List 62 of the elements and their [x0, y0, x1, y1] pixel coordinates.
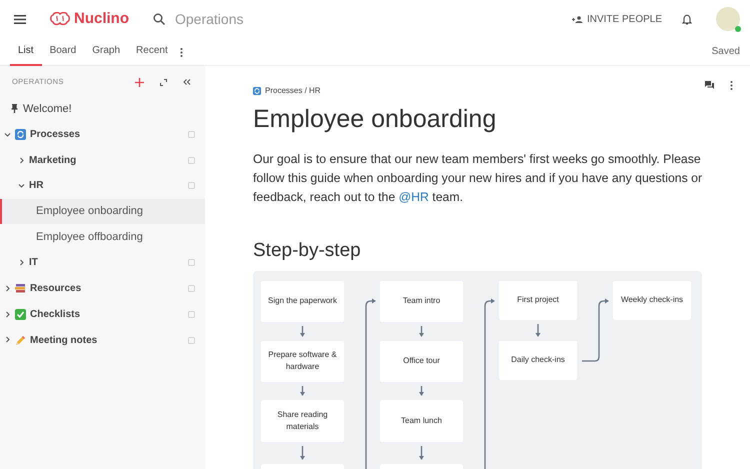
down-arrow: [300, 446, 305, 460]
search-field[interactable]: Operations: [173, 8, 313, 30]
chevron-right-icon[interactable]: [4, 336, 11, 344]
down-arrow: [419, 446, 424, 460]
flow-step: Daily check-ins: [499, 340, 577, 380]
invite-people-button[interactable]: INVITE PEOPLE: [568, 10, 666, 28]
connector-arrow: [582, 298, 609, 362]
chevron-down-icon[interactable]: [18, 182, 25, 190]
pencil-icon: [15, 334, 26, 346]
section-heading: Step-by-step: [253, 240, 362, 263]
flow-step: Team intro: [380, 280, 463, 322]
cycle-icon: [253, 87, 261, 95]
down-arrow: [300, 386, 305, 396]
checkmark-icon: [15, 308, 26, 320]
down-arrow: [419, 326, 424, 337]
brain-icon: [50, 12, 70, 26]
person-add-icon: [572, 16, 583, 22]
expand-icon[interactable]: [160, 78, 167, 86]
chevron-right-icon[interactable]: [18, 156, 25, 164]
page-link[interactable]: Marketing: [29, 152, 76, 168]
page-link[interactable]: Processes: [30, 127, 80, 142]
menu-icon[interactable]: [14, 14, 26, 24]
app-logo[interactable]: Nuclino: [74, 8, 129, 30]
down-arrow: [536, 324, 540, 337]
view-tab[interactable]: Board: [42, 38, 84, 66]
comment-icon[interactable]: [705, 81, 714, 89]
books-icon: [15, 283, 26, 294]
flow-step: Weekly check-ins: [613, 280, 691, 320]
chevron-right-icon[interactable]: [4, 310, 11, 318]
page-link[interactable]: Employee offboarding: [36, 229, 143, 246]
page-link[interactable]: IT: [29, 255, 38, 270]
search-icon: [153, 13, 165, 25]
breadcrumb-link[interactable]: Processes / HR: [265, 85, 321, 97]
down-arrow: [419, 386, 424, 396]
view-tab[interactable]: Graph: [84, 38, 128, 66]
chevron-down-icon[interactable]: [4, 130, 11, 138]
flow-step: Sign the paperwork: [261, 280, 344, 322]
intro-paragraph: Our goal is to ensure that our new team members' first weeks go smoothly. Please follow this guide when onboarding your new hires and if you have any questions or feedback, reach out to the @HR team.: [253, 151, 703, 206]
view-tab[interactable]: Recent: [128, 38, 176, 66]
more-icon[interactable]: [730, 80, 733, 90]
save-status: Saved: [712, 45, 740, 59]
mention-link[interactable]: @HR: [398, 190, 429, 204]
flow-step: Prepare software & hardware: [261, 340, 344, 382]
page-link[interactable]: HR: [29, 178, 44, 194]
flow-step: Office tour: [380, 340, 463, 382]
chevron-right-icon[interactable]: [4, 285, 11, 292]
flow-step: First project: [499, 280, 577, 320]
pin-icon: [10, 104, 19, 114]
chevron-right-icon[interactable]: [18, 259, 25, 266]
flow-step: Share reading materials: [261, 400, 344, 442]
cycle-icon: [15, 129, 26, 140]
page-link[interactable]: Meeting notes: [30, 332, 98, 348]
collapse-sidebar-icon[interactable]: [183, 79, 191, 85]
flow-step: Team lunch: [380, 400, 463, 442]
bell-icon[interactable]: [682, 14, 692, 24]
page-link[interactable]: Checklists: [30, 306, 80, 322]
page-link[interactable]: Welcome!: [23, 100, 72, 118]
document-title: Employee onboarding: [253, 104, 498, 134]
page-link[interactable]: Resources: [30, 281, 82, 296]
plus-icon[interactable]: [135, 78, 144, 86]
more-icon[interactable]: [180, 48, 183, 57]
down-arrow: [300, 326, 305, 337]
